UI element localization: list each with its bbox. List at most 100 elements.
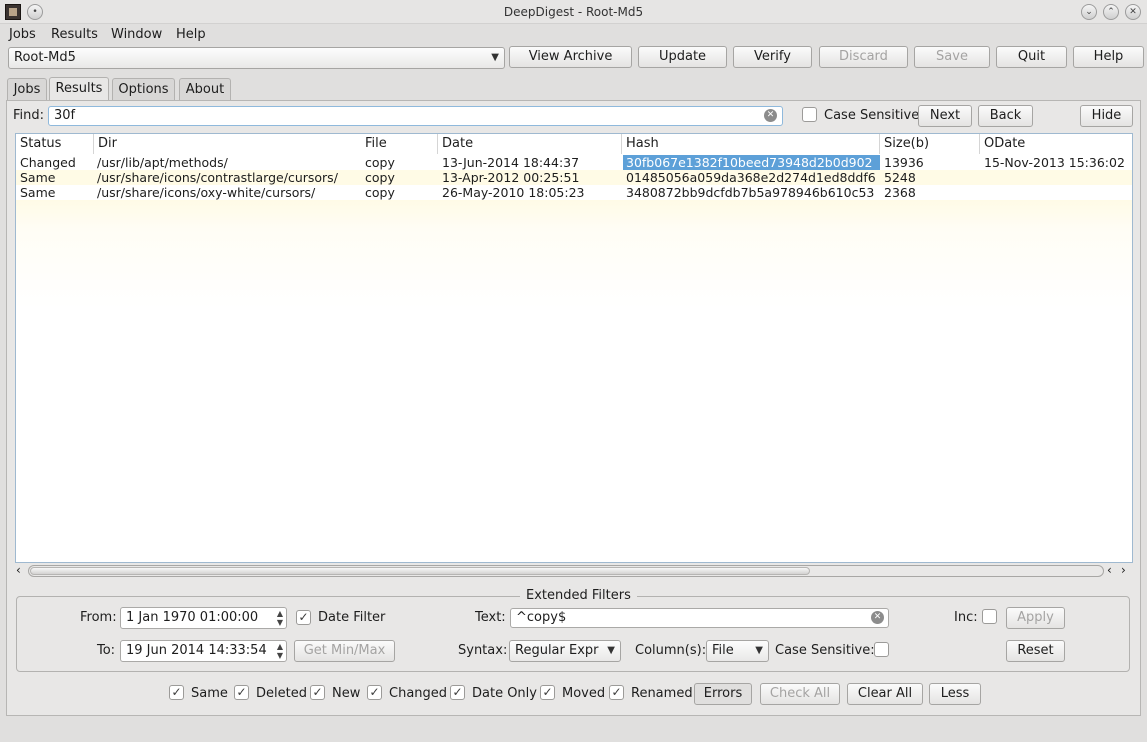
tab-results[interactable]: Results — [49, 77, 109, 101]
cell-date: 13-Apr-2012 00:25:51 — [442, 170, 580, 185]
cell-file: copy — [365, 155, 395, 170]
column-header-size[interactable]: Size(b) — [880, 134, 980, 154]
deleted-label: Deleted — [256, 686, 307, 701]
quit-button[interactable]: Quit — [996, 46, 1067, 68]
cell-size: 13936 — [884, 155, 924, 170]
close-icon[interactable]: ✕ — [1125, 4, 1141, 20]
moved-checkbox[interactable]: ✓ — [540, 685, 555, 700]
horizontal-scrollbar[interactable] — [28, 565, 1104, 577]
check-all-button[interactable]: Check All — [760, 683, 840, 705]
clear-all-button[interactable]: Clear All — [847, 683, 923, 705]
discard-button[interactable]: Discard — [819, 46, 908, 68]
to-date-value: 19 Jun 2014 14:33:54 — [126, 643, 267, 658]
column-header-dir[interactable]: Dir ⌄ — [94, 134, 376, 154]
errors-toggle-button[interactable]: Errors — [694, 683, 752, 705]
table-row[interactable]: Same /usr/share/icons/contrastlarge/curs… — [16, 170, 1132, 185]
minimize-icon[interactable]: ⌄ — [1081, 4, 1097, 20]
moved-label: Moved — [562, 686, 606, 701]
cell-dir: /usr/lib/apt/methods/ — [97, 155, 228, 170]
filter-case-sensitive-checkbox[interactable] — [874, 642, 889, 657]
cell-dir: /usr/share/icons/oxy-white/cursors/ — [97, 185, 316, 200]
to-date-input[interactable]: 19 Jun 2014 14:33:54 ▲ ▼ — [120, 640, 287, 662]
text-filter-value: ^copy$ — [516, 610, 567, 625]
view-archive-button[interactable]: View Archive — [509, 46, 632, 68]
scroll-left-icon[interactable]: ‹ — [16, 563, 21, 577]
menu-help[interactable]: Help — [176, 27, 206, 42]
maximize-icon[interactable]: ⌃ — [1103, 4, 1119, 20]
chevron-down-icon: ▼ — [755, 645, 763, 656]
update-button[interactable]: Update — [638, 46, 727, 68]
reset-button[interactable]: Reset — [1006, 640, 1065, 662]
find-label: Find: — [13, 108, 45, 123]
cell-file: copy — [365, 170, 395, 185]
job-select-value: Root-Md5 — [14, 50, 76, 65]
deleted-checkbox[interactable]: ✓ — [234, 685, 249, 700]
cell-status: Changed — [20, 155, 76, 170]
menu-results[interactable]: Results — [51, 27, 98, 42]
date-only-label: Date Only — [472, 686, 537, 701]
changed-label: Changed — [389, 686, 448, 701]
column-header-odate[interactable]: ODate — [980, 134, 1132, 154]
changed-checkbox[interactable]: ✓ — [367, 685, 382, 700]
renamed-label: Renamed — [631, 686, 693, 701]
tab-options[interactable]: Options — [112, 78, 175, 100]
cell-date: 13-Jun-2014 18:44:37 — [442, 155, 580, 170]
find-input[interactable]: 30f ✕ — [48, 106, 783, 126]
back-button[interactable]: Back — [978, 105, 1033, 127]
renamed-checkbox[interactable]: ✓ — [609, 685, 624, 700]
cell-hash-selected: 30fb067e1382f10beed73948d2b0d902 — [623, 155, 880, 170]
menu-window[interactable]: Window — [111, 27, 162, 42]
columns-value: File — [712, 643, 734, 658]
less-button[interactable]: Less — [929, 683, 981, 705]
verify-button[interactable]: Verify — [733, 46, 812, 68]
cell-status: Same — [20, 185, 56, 200]
column-header-file[interactable]: File — [361, 134, 438, 154]
column-header-date[interactable]: Date — [438, 134, 622, 154]
cell-odate: 15-Nov-2013 15:36:02 — [984, 155, 1125, 170]
date-only-checkbox[interactable]: ✓ — [450, 685, 465, 700]
same-label: Same — [191, 686, 228, 701]
filter-case-sensitive-label: Case Sensitive: — [775, 643, 875, 658]
columns-select[interactable]: File ▼ — [706, 640, 769, 662]
spin-arrows-icon[interactable]: ▲ ▼ — [277, 609, 283, 627]
menu-jobs[interactable]: Jobs — [9, 27, 36, 42]
clear-icon[interactable]: ✕ — [764, 109, 777, 122]
scroll-left-icon[interactable]: ‹ — [1107, 563, 1112, 577]
case-sensitive-checkbox[interactable] — [802, 107, 817, 122]
next-button[interactable]: Next — [918, 105, 972, 127]
from-date-input[interactable]: 1 Jan 1970 01:00:00 ▲ ▼ — [120, 607, 287, 629]
inc-label: Inc: — [954, 610, 978, 625]
find-input-value: 30f — [54, 108, 76, 123]
tab-about[interactable]: About — [179, 78, 231, 100]
column-header-status[interactable]: Status — [16, 134, 94, 154]
new-checkbox[interactable]: ✓ — [310, 685, 325, 700]
same-checkbox[interactable]: ✓ — [169, 685, 184, 700]
scroll-right-icon[interactable]: › — [1121, 563, 1126, 577]
title-bar: • DeepDigest - Root-Md5 ⌄ ⌃ ✕ — [0, 0, 1147, 24]
spin-arrows-icon[interactable]: ▲ ▼ — [277, 642, 283, 660]
table-row[interactable]: Changed /usr/lib/apt/methods/ copy 13-Ju… — [16, 155, 1132, 170]
save-button[interactable]: Save — [914, 46, 990, 68]
text-filter-input[interactable]: ^copy$ ✕ — [510, 608, 889, 628]
date-filter-checkbox[interactable]: ✓ — [296, 610, 311, 625]
chevron-down-icon: ▼ — [607, 645, 615, 656]
tab-jobs[interactable]: Jobs — [7, 78, 47, 100]
cell-hash: 3480872bb9dcfdb7b5a978946b610c53 — [626, 185, 875, 200]
inc-checkbox[interactable] — [982, 609, 997, 624]
column-header-hash[interactable]: Hash — [622, 134, 880, 154]
apply-button[interactable]: Apply — [1006, 607, 1065, 629]
job-select[interactable]: Root-Md5 ▼ — [8, 47, 505, 69]
get-minmax-button[interactable]: Get Min/Max — [294, 640, 395, 662]
new-label: New — [332, 686, 361, 701]
clear-icon[interactable]: ✕ — [871, 611, 884, 624]
syntax-label: Syntax: — [458, 643, 508, 658]
table-row[interactable]: Same /usr/share/icons/oxy-white/cursors/… — [16, 185, 1132, 200]
cell-dir: /usr/share/icons/contrastlarge/cursors/ — [97, 170, 338, 185]
help-button[interactable]: Help — [1073, 46, 1144, 68]
cell-size: 5248 — [884, 170, 916, 185]
from-date-value: 1 Jan 1970 01:00:00 — [126, 610, 259, 625]
hide-button[interactable]: Hide — [1080, 105, 1133, 127]
syntax-select[interactable]: Regular Expr ▼ — [509, 640, 621, 662]
to-label: To: — [97, 643, 116, 658]
scrollbar-thumb[interactable] — [30, 567, 810, 575]
